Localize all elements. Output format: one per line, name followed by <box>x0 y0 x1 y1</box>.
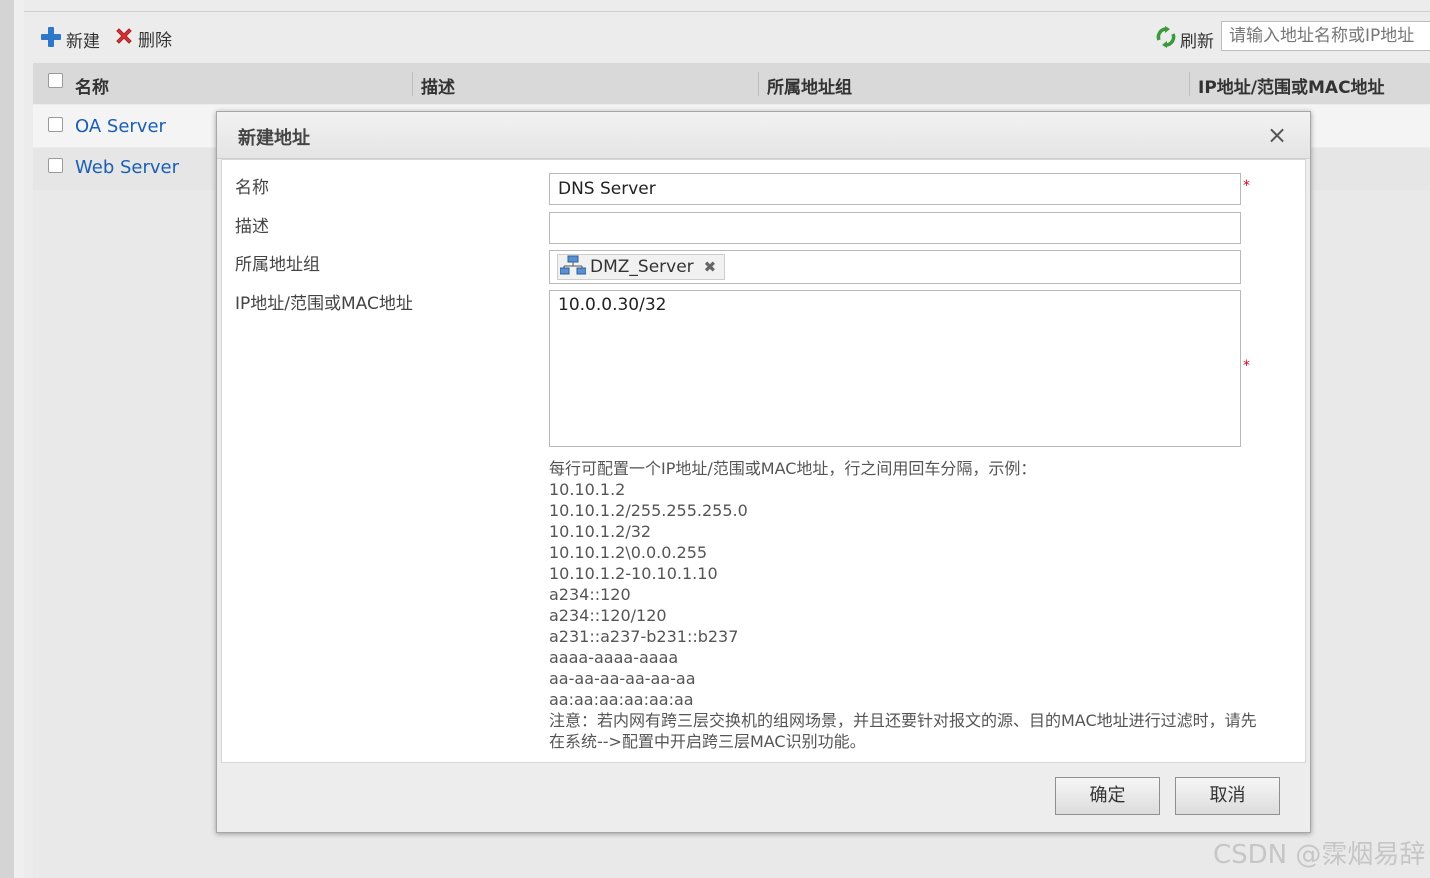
new-address-dialog: 新建地址 × 名称 * 描述 所属地址组 DMZ_Server ✖ IP地址/范… <box>216 111 1311 833</box>
top-strip <box>24 0 1430 12</box>
help-example: 10.10.1.2 <box>549 480 626 499</box>
help-note: 注意：若内网有跨三层交换机的组网场景，并且还要针对报文的源、目的MAC地址进行过… <box>549 711 1257 751</box>
help-example: aaaa-aaaa-aaaa <box>549 648 679 667</box>
refresh-icon <box>1156 26 1176 53</box>
group-label: 所属地址组 <box>235 255 320 275</box>
help-example: 10.10.1.2/32 <box>549 522 652 541</box>
column-divider <box>412 72 413 96</box>
column-divider <box>1189 72 1190 96</box>
help-example: a231::a237-b231::b237 <box>549 627 739 646</box>
window-left-gutter <box>14 0 24 878</box>
help-example: aa-aa-aa-aa-aa-aa <box>549 669 696 688</box>
column-header-group[interactable]: 所属地址组 <box>767 73 852 98</box>
description-label: 描述 <box>235 217 269 237</box>
cancel-button[interactable]: 取消 <box>1175 777 1280 815</box>
new-button[interactable]: 新建 <box>40 26 100 53</box>
dialog-title-bar[interactable]: 新建地址 × <box>217 112 1310 159</box>
group-tag: DMZ_Server ✖ <box>557 254 726 280</box>
delete-button-label: 删除 <box>138 31 172 51</box>
column-header-name[interactable]: 名称 <box>75 73 109 98</box>
help-example: a234::120 <box>549 585 631 604</box>
help-example: aa:aa:aa:aa:aa:aa <box>549 690 694 709</box>
watermark: CSDN @霂烟易辞 <box>1213 840 1426 870</box>
group-tag-label: DMZ_Server <box>590 257 694 277</box>
help-intro: 每行可配置一个IP地址/范围或MAC地址，行之间用回车分隔，示例： <box>549 459 1037 478</box>
column-divider <box>758 72 759 96</box>
name-label: 名称 <box>235 178 269 198</box>
dialog-title: 新建地址 <box>238 128 310 149</box>
refresh-button-label: 刷新 <box>1180 32 1214 52</box>
network-icon <box>559 255 587 280</box>
group-field[interactable]: DMZ_Server ✖ <box>549 250 1241 284</box>
help-example: a234::120/120 <box>549 606 667 625</box>
plus-icon <box>40 26 62 53</box>
help-example: 10.10.1.2\0.0.0.255 <box>549 543 708 562</box>
row-checkbox[interactable] <box>48 117 63 132</box>
refresh-button[interactable]: 刷新 <box>1156 26 1214 53</box>
select-all-checkbox[interactable] <box>48 73 63 88</box>
close-icon[interactable]: ✖ <box>704 258 717 276</box>
window-left-edge <box>0 0 15 878</box>
help-example: 10.10.1.2-10.10.1.10 <box>549 564 718 583</box>
column-header-description[interactable]: 描述 <box>421 73 455 98</box>
ip-address-field[interactable]: 10.0.0.30/32 <box>549 290 1241 447</box>
dialog-form: 名称 * 描述 所属地址组 DMZ_Server ✖ IP地址/范围或MAC地址… <box>221 159 1306 763</box>
new-button-label: 新建 <box>66 32 100 52</box>
row-checkbox[interactable] <box>48 158 63 173</box>
ip-help-text: 每行可配置一个IP地址/范围或MAC地址，行之间用回车分隔，示例： 10.10.… <box>549 458 1269 752</box>
grid-header: 名称 描述 所属地址组 IP地址/范围或MAC地址 <box>33 63 1430 104</box>
delete-button[interactable]: 删除 <box>114 26 172 51</box>
red-x-icon <box>114 26 134 51</box>
row-name-link[interactable]: OA Server <box>75 116 166 137</box>
search-input[interactable] <box>1221 21 1430 51</box>
row-name-link[interactable]: Web Server <box>75 157 179 178</box>
close-icon[interactable]: × <box>1267 121 1287 149</box>
required-marker: * <box>1243 178 1250 194</box>
required-marker: * <box>1243 358 1250 374</box>
description-field[interactable] <box>549 212 1241 244</box>
toolbar: 新建 删除 刷新 <box>24 14 1430 62</box>
ok-button[interactable]: 确定 <box>1055 777 1160 815</box>
column-header-ip[interactable]: IP地址/范围或MAC地址 <box>1198 73 1385 98</box>
help-example: 10.10.1.2/255.255.255.0 <box>549 501 748 520</box>
ip-label: IP地址/范围或MAC地址 <box>235 294 413 314</box>
name-field[interactable] <box>549 173 1241 205</box>
